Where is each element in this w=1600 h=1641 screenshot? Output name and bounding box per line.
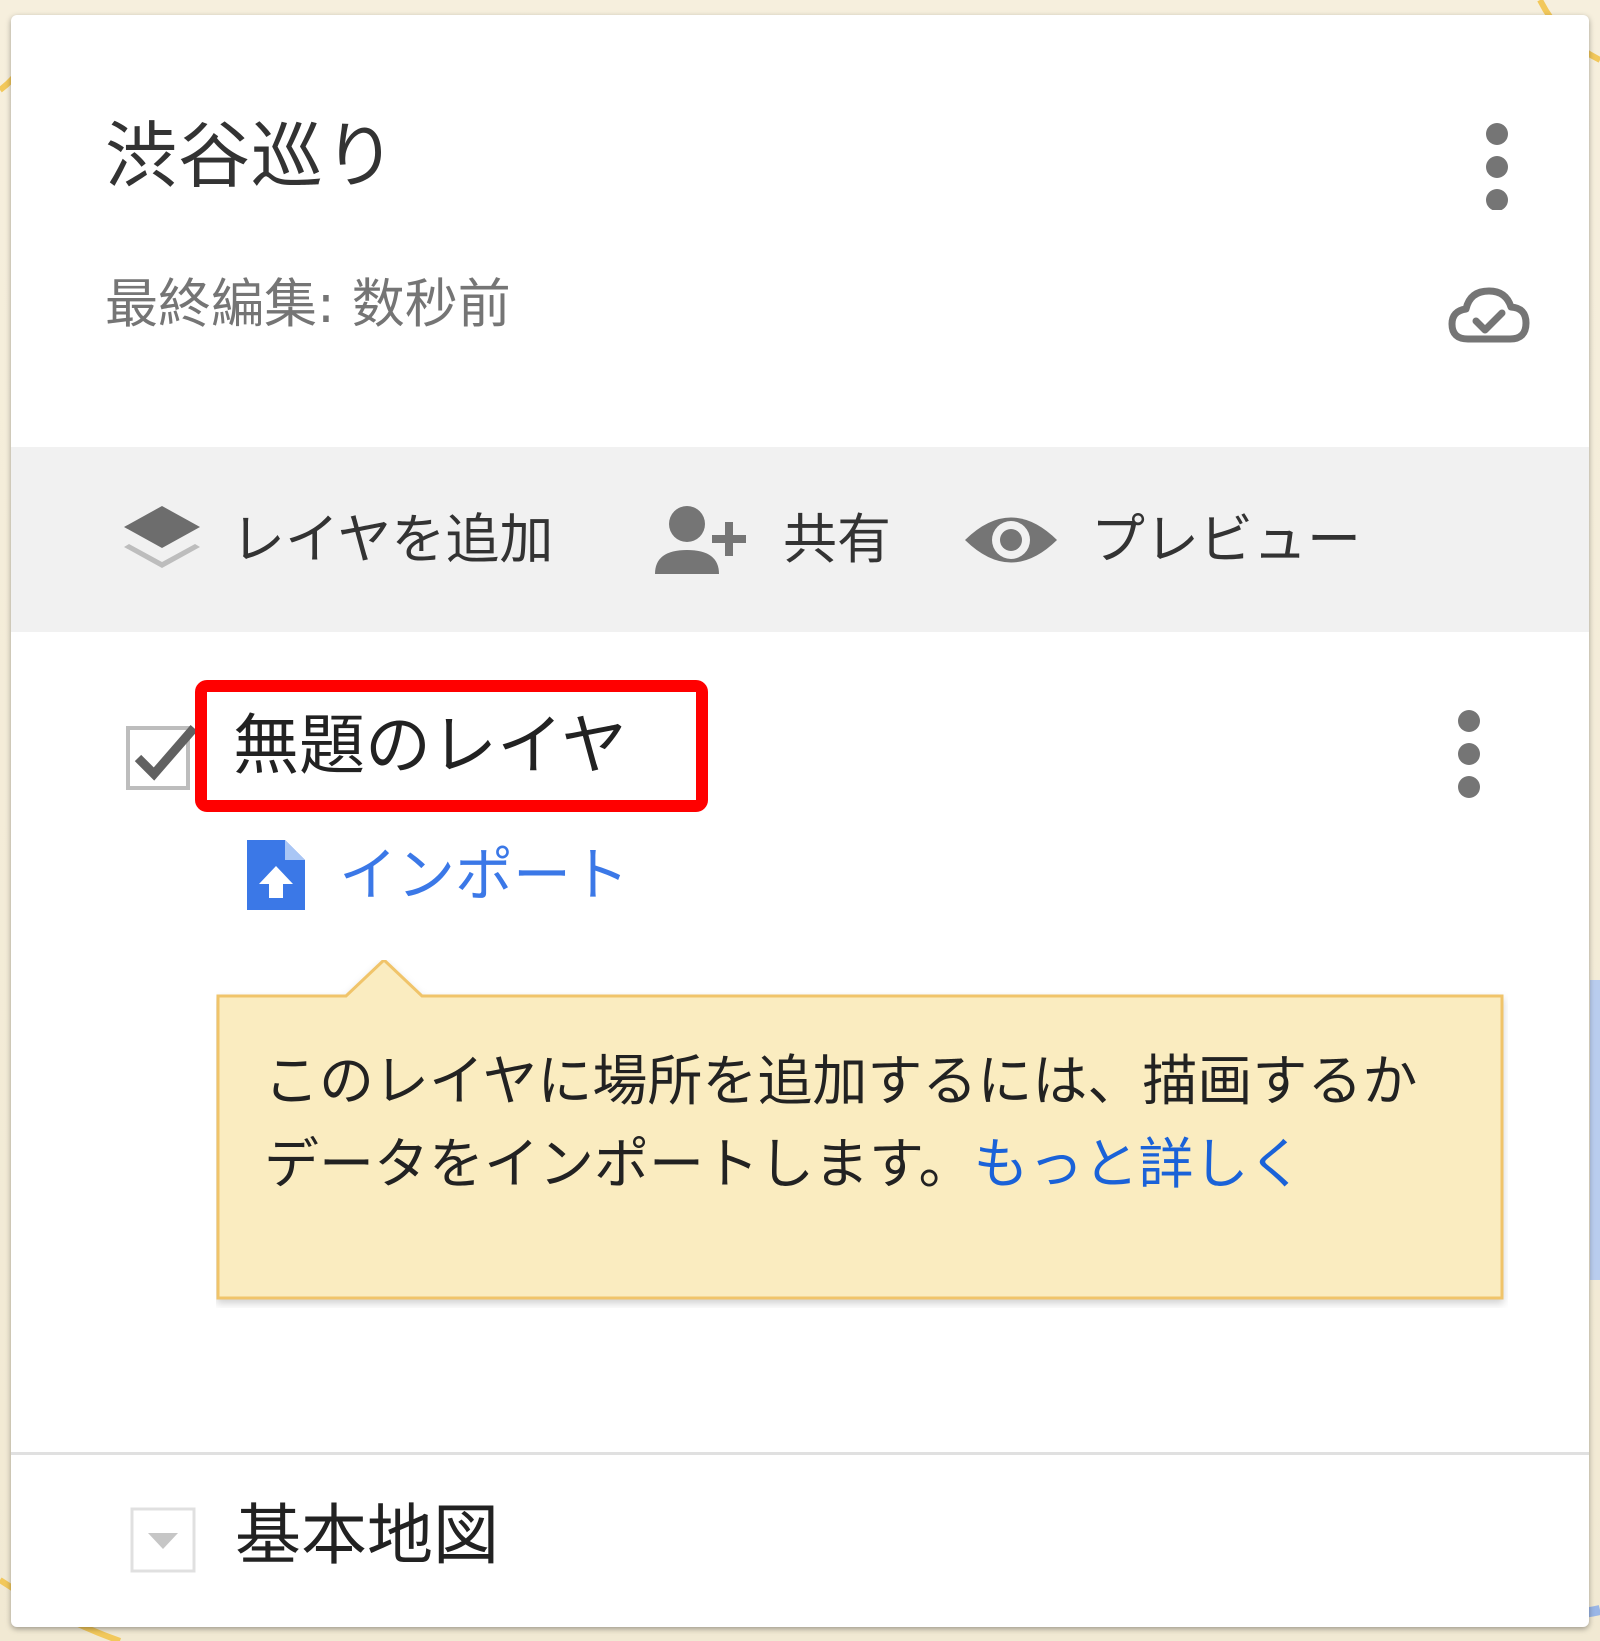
import-label: インポート [339, 841, 630, 909]
import-link[interactable]: インポート [245, 830, 629, 920]
more-vert-icon [1486, 123, 1508, 211]
more-vert-icon [1458, 710, 1480, 798]
checkbox-checked-icon [126, 725, 198, 790]
map-toolbar: レイヤを追加 共有 プレビュー [11, 447, 1589, 632]
map-editor-panel: 渋谷巡り 最終編集: 数秒前 レイヤを追加 共有 プレビュー 無題のレイヤ イン… [11, 15, 1589, 1627]
dropdown-arrow-icon [130, 1507, 196, 1573]
map-title[interactable]: 渋谷巡り [105, 120, 397, 192]
layers-icon [124, 505, 200, 568]
last-edited-status: 最終編集: 数秒前 [105, 274, 511, 335]
person-add-icon [655, 505, 746, 574]
share-button[interactable]: 共有 [651, 447, 891, 632]
layer-name-highlight[interactable]: 無題のレイヤ [195, 680, 708, 812]
add-layer-label: レイヤを追加 [231, 507, 554, 571]
layer-options-menu-button[interactable] [1444, 705, 1494, 805]
share-label: 共有 [783, 507, 891, 571]
map-options-menu-button[interactable] [1472, 110, 1522, 211]
tooltip-message: このレイヤに場所を追加するには、描画するかデータをインポートします。もっと詳しく [264, 1040, 1444, 1206]
basemap-expand-toggle[interactable] [130, 1507, 196, 1573]
basemap-label[interactable]: 基本地図 [235, 1503, 499, 1569]
layer-name: 無題のレイヤ [233, 707, 628, 784]
empty-layer-tooltip: このレイヤに場所を追加するには、描画するかデータをインポートします。もっと詳しく [216, 960, 1508, 1308]
learn-more-link[interactable]: もっと詳しく [974, 1132, 1304, 1196]
section-divider [11, 1452, 1589, 1455]
preview-button[interactable]: プレビュー [961, 447, 1361, 632]
preview-label: プレビュー [1091, 507, 1361, 571]
add-layer-button[interactable]: レイヤを追加 [117, 447, 553, 632]
eye-icon [965, 517, 1057, 562]
file-upload-icon [247, 840, 305, 910]
cloud-done-icon [1448, 283, 1530, 347]
layer-visibility-checkbox[interactable] [124, 718, 198, 792]
